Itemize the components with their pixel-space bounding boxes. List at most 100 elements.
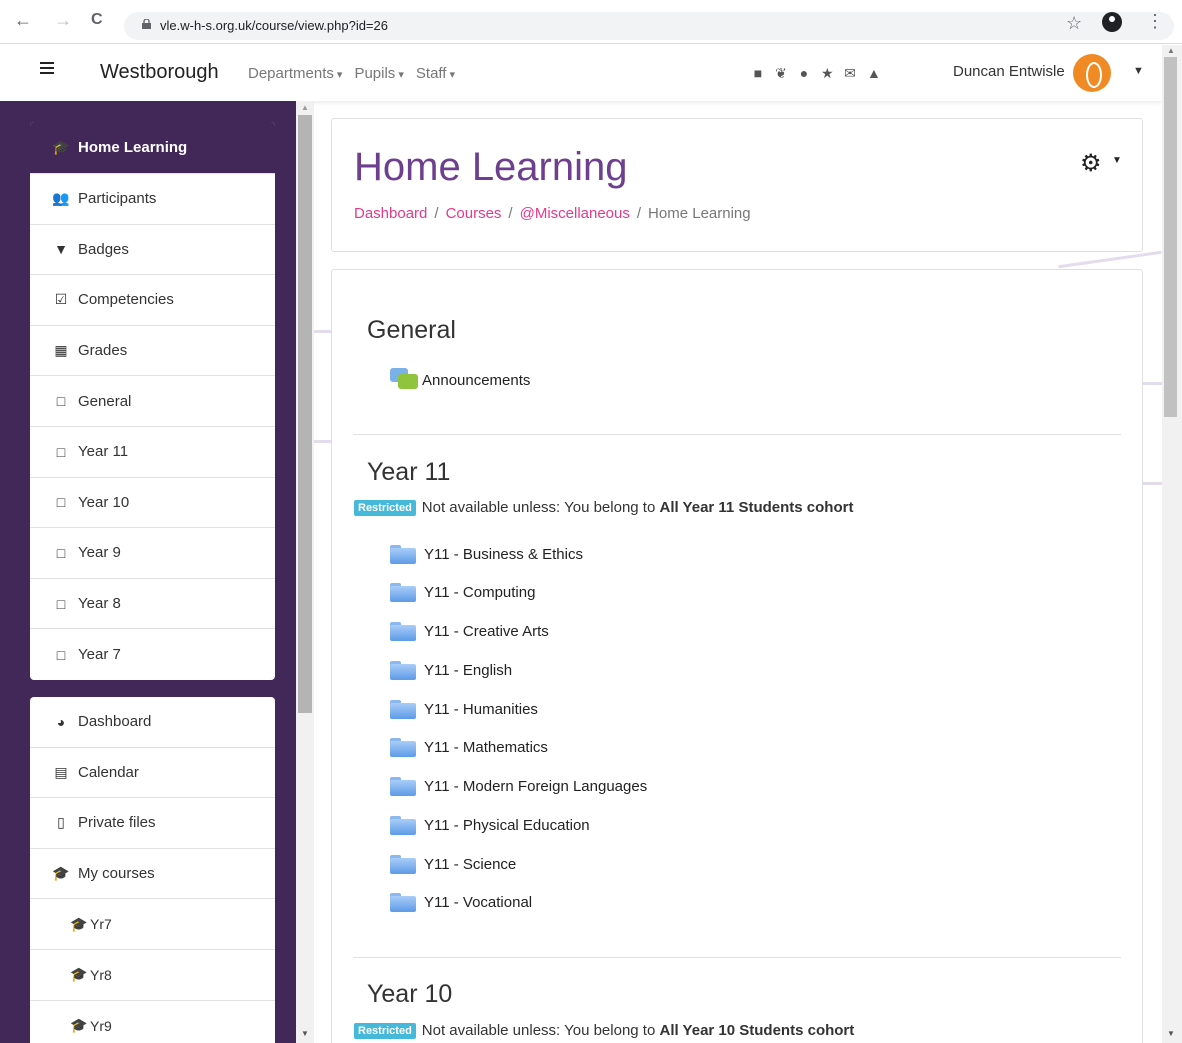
shield-icon: ▼ bbox=[54, 241, 68, 258]
sidebar-item-my-courses[interactable]: 🎓 My courses bbox=[30, 849, 275, 900]
sidebar-item-year-9[interactable]: □ Year 9 bbox=[30, 528, 275, 579]
activity-name[interactable]: Y11 - Vocational bbox=[424, 894, 532, 911]
sidebar-item-calendar[interactable]: ▤ Calendar bbox=[30, 748, 275, 799]
sidebar-item-yr9[interactable]: 🎓 Yr9 bbox=[30, 1001, 275, 1043]
sidebar-item-label: My courses bbox=[78, 865, 155, 883]
activity-folder[interactable]: Y11 - Business & Ethics bbox=[390, 541, 583, 567]
folder-icon: □ bbox=[56, 646, 66, 663]
sidebar-item-dashboard[interactable]: ◕ Dashboard bbox=[30, 697, 275, 748]
user-name[interactable]: Duncan Entwisle bbox=[953, 63, 1065, 80]
sidebar-item-year-7[interactable]: □ Year 7 bbox=[30, 629, 275, 680]
activity-folder[interactable]: Y11 - Modern Foreign Languages bbox=[390, 774, 647, 800]
activity-name[interactable]: Y11 - Humanities bbox=[424, 701, 538, 718]
scrollbar-thumb[interactable] bbox=[1164, 57, 1177, 417]
sidebar-item-label: Yr8 bbox=[90, 966, 112, 983]
activity-folder[interactable]: Y11 - English bbox=[390, 657, 512, 683]
folder-icon: □ bbox=[56, 393, 66, 410]
hamburger-menu-icon[interactable] bbox=[40, 62, 54, 77]
globe-icon[interactable]: ● bbox=[798, 65, 810, 82]
activity-folder[interactable]: Y11 - Computing bbox=[390, 580, 535, 606]
restriction-cohort: All Year 10 Students cohort bbox=[659, 1022, 855, 1039]
sidebar-item-yr8[interactable]: 🎓 Yr8 bbox=[30, 950, 275, 1001]
scroll-down-icon[interactable]: ▼ bbox=[1167, 1029, 1175, 1038]
activity-folder[interactable]: Y11 - Mathematics bbox=[390, 735, 548, 761]
folder-icon bbox=[390, 583, 416, 603]
activity-name[interactable]: Y11 - Creative Arts bbox=[424, 623, 549, 640]
forum-icon bbox=[390, 368, 418, 392]
sidebar-item-label: Participants bbox=[78, 190, 157, 208]
twitter-icon[interactable]: ❦ bbox=[775, 65, 787, 82]
account-icon[interactable] bbox=[1102, 12, 1122, 32]
menu-staff[interactable]: Staff bbox=[416, 65, 455, 82]
folder-icon bbox=[390, 854, 416, 874]
sidebar-item-participants[interactable]: 👥 Participants bbox=[30, 174, 275, 225]
avatar[interactable] bbox=[1073, 54, 1111, 92]
breadcrumb-courses[interactable]: Courses bbox=[446, 205, 502, 222]
page-scrollbar[interactable]: ▲ ▼ bbox=[1162, 45, 1182, 1043]
activity-name[interactable]: Y11 - Physical Education bbox=[424, 817, 590, 834]
activity-folder[interactable]: Y11 - Creative Arts bbox=[390, 619, 549, 645]
sidebar-item-home-learning[interactable]: 🎓 Home Learning bbox=[30, 122, 275, 174]
activity-folder[interactable]: Y11 - Physical Education bbox=[390, 812, 590, 838]
chevron-down-icon[interactable]: ▼ bbox=[1133, 65, 1144, 77]
envelope-icon[interactable]: ✉ bbox=[844, 65, 856, 82]
activity-folder[interactable]: Y11 - Vocational bbox=[390, 890, 532, 916]
restriction-info: Restricted Not available unless: You bel… bbox=[354, 1022, 854, 1039]
sidebar-item-general[interactable]: □ General bbox=[30, 376, 275, 427]
section-divider bbox=[353, 434, 1121, 435]
gear-icon[interactable]: ⚙ bbox=[1080, 149, 1102, 178]
forward-icon[interactable]: → bbox=[54, 10, 72, 30]
sidebar-item-private-files[interactable]: ▯ Private files bbox=[30, 798, 275, 849]
course-nav-list: 🎓 Home Learning 👥 Participants ▼ Badges ☑ Compe… bbox=[30, 122, 275, 680]
activity-name[interactable]: Y11 - Business & Ethics bbox=[424, 546, 583, 563]
scrollbar-thumb[interactable] bbox=[298, 115, 312, 713]
activity-name[interactable]: Y11 - Mathematics bbox=[424, 739, 548, 756]
book-icon[interactable]: ■ bbox=[752, 65, 764, 82]
restricted-badge: Restricted bbox=[354, 499, 416, 516]
bookmark-star-icon[interactable]: ☆ bbox=[1066, 13, 1082, 34]
activity-folder[interactable]: Y11 - Science bbox=[390, 851, 516, 877]
activity-forum[interactable]: Announcements bbox=[390, 367, 530, 393]
scroll-up-icon[interactable]: ▲ bbox=[301, 103, 309, 112]
sidebar-item-label: Grades bbox=[78, 342, 128, 360]
calendar-icon: ▤ bbox=[54, 763, 68, 780]
sidebar-item-grades[interactable]: ▦ Grades bbox=[30, 326, 275, 377]
sidebar-item-year-11[interactable]: □ Year 11 bbox=[30, 427, 275, 478]
chevron-down-icon[interactable]: ▼ bbox=[1112, 155, 1122, 166]
navbar-icons: ■ ❦ ● ★ ✉ ▲ bbox=[752, 65, 881, 82]
activity-name[interactable]: Y11 - Modern Foreign Languages bbox=[424, 778, 647, 795]
browser-menu-icon[interactable]: ⋮ bbox=[1146, 11, 1164, 32]
page-header: Home Learning ⚙ ▼ Dashboard / Courses / @Mis… bbox=[331, 118, 1143, 252]
address-bar[interactable]: vle.w-h-s.org.uk/course/view.php?id=26 bbox=[124, 12, 1174, 40]
sidebar-item-badges[interactable]: ▼ Badges bbox=[30, 225, 275, 276]
folder-icon bbox=[390, 699, 416, 719]
back-icon[interactable]: ← bbox=[14, 10, 32, 30]
star-icon[interactable]: ★ bbox=[821, 65, 834, 82]
activity-name[interactable]: Y11 - Computing bbox=[424, 584, 535, 601]
activity-name[interactable]: Y11 - English bbox=[424, 662, 512, 679]
sidebar-item-year-10[interactable]: □ Year 10 bbox=[30, 478, 275, 529]
breadcrumb-miscellaneous[interactable]: @Miscellaneous bbox=[520, 205, 630, 222]
bell-icon[interactable]: ▲ bbox=[867, 65, 881, 82]
sidebar-item-competencies[interactable]: ☑ Competencies bbox=[30, 275, 275, 326]
breadcrumb-dashboard[interactable]: Dashboard bbox=[354, 205, 427, 222]
activity-name[interactable]: Announcements bbox=[422, 372, 530, 389]
sidebar-item-year-8[interactable]: □ Year 8 bbox=[30, 579, 275, 630]
sidebar-item-label: Yr7 bbox=[90, 916, 112, 933]
site-name[interactable]: Westborough bbox=[100, 61, 219, 84]
menu-departments[interactable]: Departments bbox=[248, 65, 342, 82]
reload-icon[interactable]: C bbox=[91, 10, 103, 30]
menu-pupils[interactable]: Pupils bbox=[354, 65, 403, 82]
folder-icon: □ bbox=[56, 544, 66, 561]
background-line bbox=[314, 330, 331, 333]
folder-icon bbox=[390, 660, 416, 680]
scroll-up-icon[interactable]: ▲ bbox=[1167, 46, 1175, 55]
graduation-cap-icon: 🎓 bbox=[70, 966, 88, 983]
sidebar-item-label: Year 11 bbox=[78, 443, 129, 461]
site-navbar: Westborough Departments Pupils Staff ■ ❦… bbox=[0, 45, 1162, 101]
scroll-down-icon[interactable]: ▼ bbox=[301, 1029, 309, 1038]
activity-folder[interactable]: Y11 - Humanities bbox=[390, 696, 538, 722]
activity-name[interactable]: Y11 - Science bbox=[424, 856, 516, 873]
sidebar-item-yr7[interactable]: 🎓 Yr7 bbox=[30, 899, 275, 950]
drawer-scrollbar[interactable]: ▲ ▼ bbox=[296, 101, 314, 1043]
